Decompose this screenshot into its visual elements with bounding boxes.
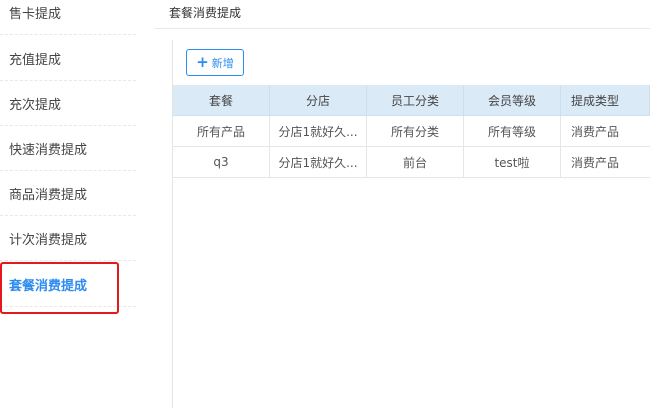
add-button[interactable]: + 新增 bbox=[186, 49, 244, 76]
column-header-commission-type[interactable]: 提成类型 bbox=[561, 85, 650, 115]
title-divider bbox=[155, 28, 650, 29]
sidebar-item-label: 计次消费提成 bbox=[9, 232, 88, 248]
sidebar-item-label: 套餐消费提成 bbox=[9, 278, 88, 294]
sidebar-item-quick-consume-commission[interactable]: 快速消费提成 bbox=[0, 126, 136, 171]
table-cell: 消费产品 bbox=[571, 124, 620, 139]
sidebar-item-label: 商品消费提成 bbox=[9, 187, 88, 203]
sidebar-item-card-sale-commission[interactable]: 售卡提成 bbox=[0, 0, 136, 35]
sidebar-item-product-consume-commission[interactable]: 商品消费提成 bbox=[0, 171, 136, 216]
sidebar: 售卡提成 充值提成 充次提成 快速消费提成 商品消费提成 计次消费提成 套餐消费… bbox=[0, 0, 136, 408]
sidebar-item-label: 售卡提成 bbox=[9, 6, 62, 22]
table-header-row: 套餐 分店 员工分类 会员等级 提成类型 bbox=[173, 85, 650, 116]
table-cell: 分店1就好久... bbox=[270, 116, 367, 146]
add-button-label: 新增 bbox=[211, 56, 234, 70]
table-cell: 前台 bbox=[367, 147, 464, 177]
panel-title: 套餐消费提成 bbox=[169, 6, 242, 20]
column-header-branch[interactable]: 分店 bbox=[270, 85, 367, 115]
table-cell: 所有等级 bbox=[464, 116, 561, 146]
table-cell: 所有分类 bbox=[367, 116, 464, 146]
table-cell: q3 bbox=[173, 147, 270, 177]
table-row[interactable]: q3 分店1就好久... 前台 test啦 消费产品 bbox=[173, 147, 650, 178]
table-cell: 分店1就好久... bbox=[270, 147, 367, 177]
column-header-package[interactable]: 套餐 bbox=[173, 85, 270, 115]
table-cell: 消费产品 bbox=[571, 155, 620, 170]
plus-icon: + bbox=[196, 53, 209, 71]
sidebar-item-label: 充次提成 bbox=[9, 97, 62, 113]
table-cell: 所有产品 bbox=[173, 116, 270, 146]
commission-table: 套餐 分店 员工分类 会员等级 提成类型 所有产品 分店1就好久... 所有分类… bbox=[173, 85, 650, 178]
sidebar-item-recharge-commission[interactable]: 充值提成 bbox=[0, 36, 136, 81]
column-header-member-level[interactable]: 会员等级 bbox=[464, 85, 561, 115]
sidebar-item-label: 快速消费提成 bbox=[9, 142, 88, 158]
sidebar-item-count-consume-commission[interactable]: 计次消费提成 bbox=[0, 216, 136, 261]
sidebar-item-package-consume-commission[interactable]: 套餐消费提成 bbox=[0, 262, 136, 307]
table-cell: test啦 bbox=[464, 147, 561, 177]
sidebar-item-label: 充值提成 bbox=[9, 52, 62, 68]
sidebar-item-recharge-times-commission[interactable]: 充次提成 bbox=[0, 81, 136, 126]
table-row[interactable]: 所有产品 分店1就好久... 所有分类 所有等级 消费产品 bbox=[173, 116, 650, 147]
column-header-staff-category[interactable]: 员工分类 bbox=[367, 85, 464, 115]
